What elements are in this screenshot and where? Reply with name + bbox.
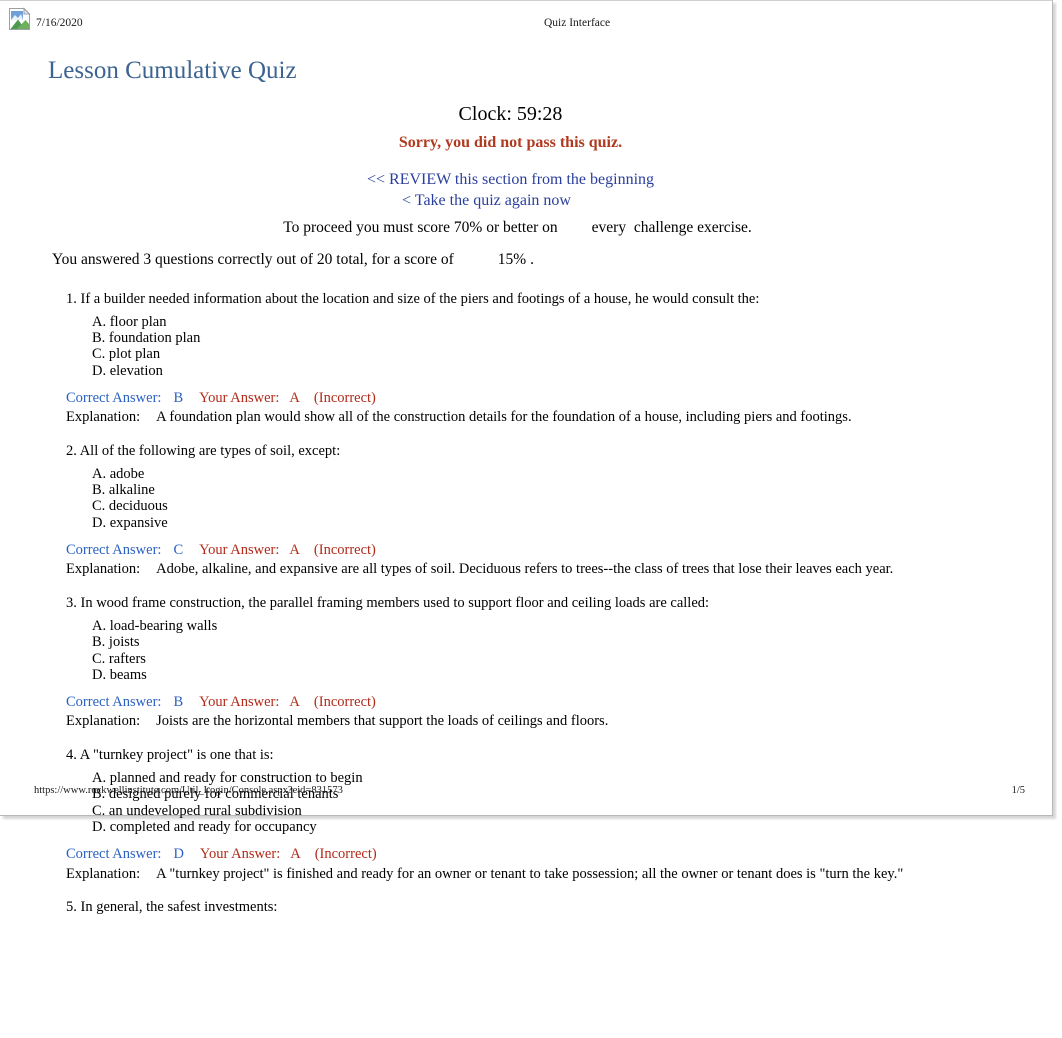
- question-block: 2. All of the following are types of soi…: [66, 443, 1023, 579]
- choice-item: A. floor plan: [92, 313, 167, 330]
- choice-item: D. beams: [92, 666, 147, 683]
- correct-answer-value: B: [173, 389, 184, 406]
- correct-answer-value: D: [173, 846, 184, 863]
- question-text: 3. In wood frame construction, the paral…: [66, 594, 710, 611]
- choice-item: D. elevation: [92, 362, 163, 379]
- choice-list: A. adobe B. alkaline C. deciduous D. exp…: [66, 466, 1023, 531]
- explanation-row: Explanation: Joists are the horizontal me…: [66, 713, 1023, 730]
- answer-summary: Correct Answer: C Your Answer: A (Incorrect): [66, 542, 1023, 559]
- correct-answer-label: Correct Answer:: [66, 846, 162, 863]
- your-answer-value: A: [289, 541, 300, 558]
- explanation-label: Explanation:: [66, 713, 141, 730]
- choice-item: C. an undeveloped rural subdivision: [92, 802, 302, 819]
- score-text-part2: .: [530, 250, 534, 268]
- answer-summary: Correct Answer: B Your Answer: A (Incorrect): [66, 694, 1023, 711]
- proceed-emphasis: every: [591, 218, 627, 236]
- question-spacer: [66, 735, 1023, 747]
- choice-item: A. load-bearing walls: [92, 618, 218, 635]
- choice-item: D. completed and ready for occupancy: [92, 818, 317, 835]
- page-title: Lesson Cumulative Quiz: [48, 57, 297, 84]
- your-answer-value: A: [290, 846, 301, 863]
- explanation-label: Explanation:: [66, 561, 141, 578]
- quiz-action-links: << REVIEW this section from the beginnin…: [0, 171, 1053, 209]
- explanation-text: Joists are the horizontal members that s…: [156, 713, 609, 730]
- explanation-text: Adobe, alkaline, and expansive are all t…: [156, 561, 894, 578]
- correct-answer-label: Correct Answer:: [66, 541, 162, 558]
- print-header: 7/16/2020 Quiz Interface: [0, 1, 1053, 39]
- explanation-row: Explanation: Adobe, alkaline, and expansi…: [66, 561, 1023, 578]
- questions-list: 1. If a builder needed information about…: [0, 291, 1053, 917]
- your-answer-label: Your Answer:: [199, 694, 280, 711]
- score-text-part1: You answered 3 questions correctly out o…: [52, 250, 454, 268]
- answer-verdict-badge: (Incorrect): [313, 389, 376, 406]
- review-section-link[interactable]: << REVIEW this section from the beginnin…: [0, 171, 1021, 188]
- explanation-text: A foundation plan would show all of the …: [156, 409, 852, 426]
- explanation-row: Explanation: A "turnkey project" is finis…: [66, 866, 1023, 883]
- answer-summary: Correct Answer: D Your Answer: A (Incorrect): [66, 846, 1023, 863]
- question-text: 4. A "turnkey project" is one that is:: [66, 746, 274, 763]
- choice-item: C. plot plan: [92, 346, 161, 363]
- correct-answer-value: B: [173, 694, 184, 711]
- proceed-requirement-text: To proceed you must score 70% or better …: [0, 219, 1053, 237]
- your-answer-value: A: [289, 694, 300, 711]
- footer-page-indicator: 1/5: [1011, 785, 1025, 796]
- broken-image-icon: [8, 7, 32, 31]
- correct-answer-value: C: [173, 541, 184, 558]
- explanation-label: Explanation:: [66, 865, 141, 882]
- question-block: 5. In general, the safest investments:: [66, 899, 1023, 916]
- your-answer-label: Your Answer:: [199, 389, 280, 406]
- question-block: 4. A "turnkey project" is one that is: A…: [66, 747, 1023, 883]
- explanation-text: A "turnkey project" is finished and read…: [156, 865, 904, 882]
- question-text: 5. In general, the safest investments:: [66, 898, 278, 915]
- choice-item: A. adobe: [92, 466, 145, 482]
- question-spacer: [66, 583, 1023, 595]
- your-answer-label: Your Answer:: [199, 541, 280, 558]
- choice-list: A. planned and ready for construction to…: [66, 770, 1023, 835]
- answer-verdict-badge: (Incorrect): [314, 846, 377, 863]
- proceed-text-part2: challenge exercise.: [633, 218, 752, 236]
- retake-quiz-link[interactable]: < Take the quiz again now: [0, 192, 1021, 209]
- question-text: 2. All of the following are types of soi…: [66, 442, 341, 459]
- answer-summary: Correct Answer: B Your Answer: A (Incorrect): [66, 390, 1023, 407]
- print-footer: https://www.rockwellinstitute.com/Util_L…: [0, 785, 1053, 801]
- print-header-date: 7/16/2020: [36, 17, 83, 29]
- quiz-result-message: Sorry, you did not pass this quiz.: [398, 133, 623, 151]
- explanation-row: Explanation: A foundation plan would show…: [66, 409, 1023, 426]
- question-block: 3. In wood frame construction, the paral…: [66, 595, 1023, 731]
- choice-item: B. joists: [92, 634, 140, 651]
- choice-item: C. deciduous: [92, 498, 168, 515]
- score-percent: 15%: [497, 250, 527, 268]
- choice-list: A. floor plan B. foundation plan C. plot…: [66, 314, 1023, 379]
- footer-source-url: https://www.rockwellinstitute.com/Util_L…: [34, 785, 343, 796]
- correct-answer-label: Correct Answer:: [66, 694, 162, 711]
- answer-verdict-badge: (Incorrect): [313, 694, 376, 711]
- print-header-title: Quiz Interface: [544, 17, 611, 29]
- quiz-clock: Clock: 59:28: [458, 102, 563, 125]
- answer-verdict-badge: (Incorrect): [313, 541, 376, 558]
- proceed-text-part1: To proceed you must score 70% or better …: [283, 218, 558, 236]
- choice-item: C. rafters: [92, 650, 146, 667]
- question-spacer: [66, 431, 1023, 443]
- your-answer-value: A: [289, 389, 300, 406]
- choice-item: B. alkaline: [92, 482, 155, 499]
- question-block: 1. If a builder needed information about…: [66, 291, 1023, 427]
- question-text: 1. If a builder needed information about…: [66, 290, 760, 307]
- choice-item: D. expansive: [92, 514, 168, 531]
- correct-answer-label: Correct Answer:: [66, 389, 162, 406]
- explanation-label: Explanation:: [66, 409, 141, 426]
- choice-item: B. foundation plan: [92, 330, 201, 347]
- question-spacer: [66, 887, 1023, 899]
- printed-page-sheet: 7/16/2020 Quiz Interface Lesson Cumulati…: [0, 0, 1053, 915]
- choice-list: A. load-bearing walls B. joists C. rafte…: [66, 618, 1023, 683]
- score-summary-text: You answered 3 questions correctly out o…: [0, 251, 1053, 269]
- your-answer-label: Your Answer:: [199, 846, 281, 863]
